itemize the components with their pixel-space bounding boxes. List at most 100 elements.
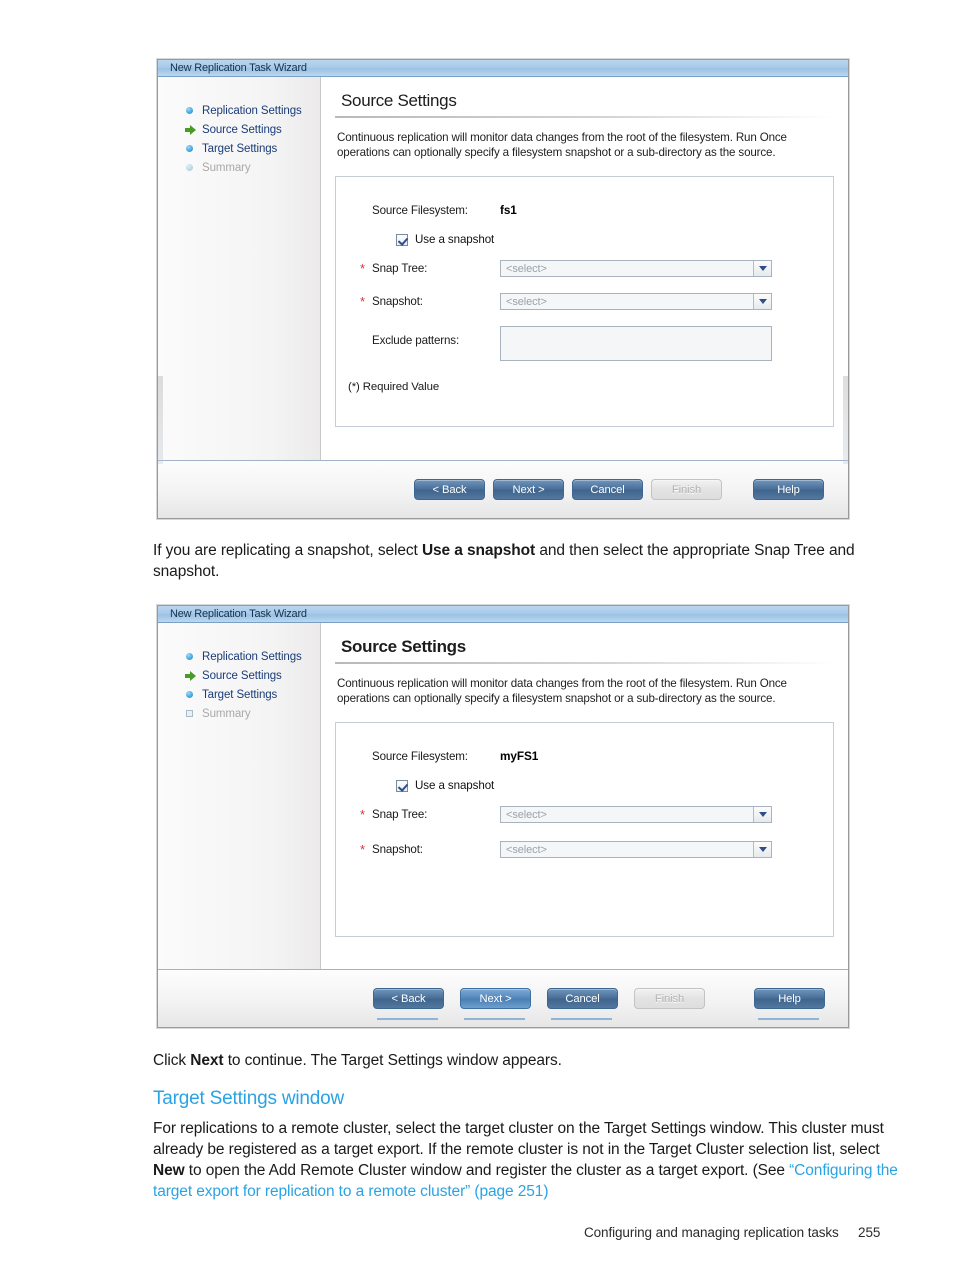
finish-button: Finish: [651, 479, 722, 500]
para3-bold: New: [153, 1162, 185, 1179]
grey-dot-icon: [184, 162, 195, 173]
snap-tree-row: * Snap Tree: <select>: [336, 806, 833, 823]
dialog1-settings-panel: Source Filesystem: fs1 Use a snapshot * …: [335, 176, 834, 427]
help-button-underline: [758, 1018, 819, 1020]
dialog2-button-bar: < Back Next > Cancel Finish Help: [158, 969, 848, 1027]
green-arrow-icon: [184, 124, 196, 135]
required-value-note-text: (*) Required Value: [348, 381, 440, 393]
required-star: *: [360, 841, 366, 857]
dialog1-step-sidebar: Replication Settings Source Settings Tar…: [158, 77, 321, 460]
blue-dot-icon: [184, 105, 195, 116]
replication-wizard-dialog-2[interactable]: New Replication Task Wizard Replication …: [157, 605, 849, 1028]
para2-pre: Click: [153, 1052, 191, 1069]
sidebar-item-label: Source Settings: [202, 669, 282, 682]
page-title: Source Settings: [341, 637, 466, 656]
required-star: *: [360, 806, 366, 822]
required-star: *: [360, 293, 366, 309]
dialog1-button-bar: < Back Next > Cancel Finish Help: [158, 460, 848, 518]
paragraph-remote-cluster: For replications to a remote cluster, se…: [153, 1118, 901, 1202]
help-button[interactable]: Help: [753, 479, 824, 500]
sidebar-item-summary: Summary: [158, 704, 320, 723]
dialog1-description: Continuous replication will monitor data…: [337, 131, 787, 159]
snapshot-select[interactable]: <select>: [500, 841, 772, 858]
chevron-down-icon[interactable]: [753, 294, 771, 309]
source-filesystem-label: Source Filesystem:: [372, 203, 468, 217]
use-snapshot-row[interactable]: Use a snapshot: [336, 233, 833, 246]
use-snapshot-checkbox[interactable]: [396, 779, 408, 792]
exclude-patterns-row: Exclude patterns:: [336, 326, 833, 361]
chevron-down-icon[interactable]: [753, 261, 771, 276]
blue-dot-icon: [184, 651, 195, 662]
dialog2-body: Replication Settings Source Settings Tar…: [158, 623, 848, 969]
sidebar-item-label: Summary: [202, 707, 251, 720]
snapshot-selected-value: <select>: [501, 294, 753, 309]
back-button-underline: [377, 1018, 438, 1020]
title-divider: [335, 116, 834, 118]
finish-button: Finish: [634, 988, 705, 1009]
cancel-button[interactable]: Cancel: [572, 479, 643, 500]
snap-tree-select[interactable]: <select>: [500, 260, 772, 277]
source-filesystem-value: fs1: [500, 203, 517, 217]
page-footer: Configuring and managing replication tas…: [584, 1225, 880, 1240]
dialog2-description: Continuous replication will monitor data…: [337, 677, 787, 705]
source-filesystem-label: Source Filesystem:: [372, 749, 468, 763]
snap-tree-selected-value: <select>: [501, 261, 753, 276]
dialog1-body: Replication Settings Source Settings Tar…: [158, 77, 848, 460]
blue-dot-icon: [184, 143, 195, 154]
sidebar-item-summary: Summary: [158, 158, 320, 177]
chevron-down-icon[interactable]: [753, 807, 771, 822]
replication-wizard-dialog-1[interactable]: New Replication Task Wizard Replication …: [157, 59, 849, 519]
back-button[interactable]: < Back: [373, 988, 444, 1009]
scroll-artifact-left: [158, 376, 163, 464]
sidebar-item-label: Source Settings: [202, 123, 282, 136]
sidebar-item-replication-settings[interactable]: Replication Settings: [158, 647, 320, 666]
page-title: Source Settings: [341, 91, 457, 110]
next-button[interactable]: Next >: [460, 988, 531, 1009]
back-button[interactable]: < Back: [414, 479, 485, 500]
source-filesystem-value: myFS1: [500, 749, 539, 763]
section-heading-target-settings-window: Target Settings window: [153, 1088, 344, 1109]
sidebar-item-target-settings[interactable]: Target Settings: [158, 139, 320, 158]
required-star: *: [360, 260, 366, 276]
sidebar-item-label: Target Settings: [202, 688, 278, 701]
chevron-down-icon[interactable]: [753, 842, 771, 857]
para3-mid: to open the Add Remote Cluster window an…: [184, 1162, 790, 1179]
sidebar-item-label: Target Settings: [202, 142, 278, 155]
page-footer-text: Configuring and managing replication tas…: [584, 1225, 839, 1240]
para3-page-ref: (page 251): [470, 1183, 549, 1200]
snapshot-select[interactable]: <select>: [500, 293, 772, 310]
paragraph-click-next: Click Next to continue. The Target Setti…: [153, 1050, 901, 1071]
snap-tree-selected-value: <select>: [501, 807, 753, 822]
dialog1-title: New Replication Task Wizard: [170, 62, 307, 74]
sidebar-item-label: Summary: [202, 161, 251, 174]
snap-tree-row: * Snap Tree: <select>: [336, 260, 833, 277]
green-arrow-icon: [184, 670, 196, 681]
snap-tree-select[interactable]: <select>: [500, 806, 772, 823]
blue-dot-icon: [184, 689, 195, 700]
help-button[interactable]: Help: [754, 988, 825, 1009]
cancel-button-underline: [551, 1018, 612, 1020]
dialog2-titlebar[interactable]: New Replication Task Wizard: [158, 606, 848, 623]
sidebar-item-target-settings[interactable]: Target Settings: [158, 685, 320, 704]
exclude-patterns-label: Exclude patterns:: [372, 334, 460, 347]
exclude-patterns-textarea[interactable]: [500, 326, 772, 361]
next-button-underline: [464, 1018, 525, 1020]
sidebar-item-source-settings[interactable]: Source Settings: [158, 666, 320, 685]
next-button[interactable]: Next >: [493, 479, 564, 500]
sidebar-item-replication-settings[interactable]: Replication Settings: [158, 101, 320, 120]
use-snapshot-row[interactable]: Use a snapshot: [336, 779, 833, 792]
snap-tree-label: Snap Tree:: [372, 262, 428, 275]
sidebar-item-label: Replication Settings: [202, 650, 302, 663]
page-number: 255: [858, 1225, 881, 1240]
sidebar-item-source-settings[interactable]: Source Settings: [158, 120, 320, 139]
dialog2-title: New Replication Task Wizard: [170, 608, 307, 620]
para2-post: to continue. The Target Settings window …: [223, 1052, 562, 1069]
cancel-button[interactable]: Cancel: [547, 988, 618, 1009]
para3-pre: For replications to a remote cluster, se…: [153, 1120, 884, 1158]
dialog1-titlebar[interactable]: New Replication Task Wizard: [158, 60, 848, 77]
para1-bold: Use a snapshot: [421, 542, 536, 559]
use-snapshot-checkbox[interactable]: [396, 233, 408, 246]
source-filesystem-row: Source Filesystem: myFS1: [336, 749, 833, 763]
required-value-note: (*) Required Value: [336, 381, 833, 393]
para1-pre: If you are replicating a snapshot, selec…: [153, 542, 422, 559]
